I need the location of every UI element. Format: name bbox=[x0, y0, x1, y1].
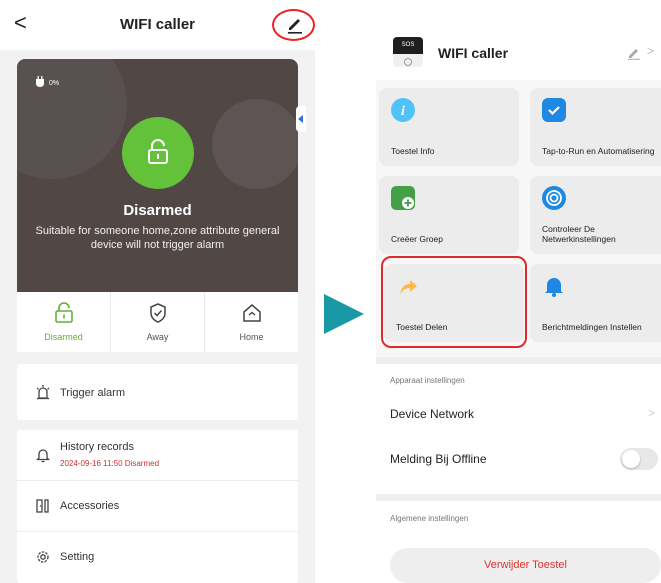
accessories-label: Accessories bbox=[60, 500, 120, 512]
svg-text:i: i bbox=[401, 104, 405, 119]
offline-notification-toggle[interactable] bbox=[620, 448, 658, 470]
section-separator bbox=[376, 357, 661, 364]
tile-tap-to-run[interactable]: Tap-to-Run en Automatisering bbox=[530, 88, 661, 166]
section-separator bbox=[376, 494, 661, 501]
device-title: WIFI caller bbox=[438, 45, 509, 61]
tile-device-info[interactable]: i Toestel Info bbox=[379, 88, 519, 166]
accessories-row[interactable]: Accessories bbox=[17, 481, 298, 531]
mode-disarmed[interactable]: Disarmed bbox=[17, 292, 111, 352]
battery-percentage: 0% bbox=[49, 80, 60, 87]
tile-label: Toestel Info bbox=[391, 146, 435, 156]
disarm-status-button[interactable] bbox=[122, 117, 194, 189]
right-header: SOS WIFI caller > bbox=[376, 0, 661, 80]
device-settings-header: Apparaat instellingen bbox=[390, 376, 465, 385]
history-latest-entry: 2024-09-16 11:50 Disarmed bbox=[60, 459, 160, 468]
chevron-right-icon: > bbox=[648, 406, 656, 420]
offline-notification-label: Melding Bij Offline bbox=[390, 452, 487, 466]
tile-network-check[interactable]: Controleer De Netwerkinstellingen bbox=[530, 176, 661, 254]
trigger-alarm-label: Trigger alarm bbox=[60, 387, 125, 399]
device-button-icon bbox=[404, 58, 412, 66]
mode-label: Home bbox=[239, 332, 264, 342]
device-network-label: Device Network bbox=[390, 407, 475, 421]
tile-notification-settings[interactable]: Berichtmeldingen Instellen bbox=[530, 264, 661, 342]
left-title: WIFI caller bbox=[119, 16, 196, 33]
share-highlight-box bbox=[381, 256, 527, 348]
mode-label: Away bbox=[146, 332, 169, 342]
transition-arrow bbox=[324, 294, 364, 334]
right-screen: SOS WIFI caller > i Toestel Info Tap-to-… bbox=[376, 0, 661, 583]
device-image-label: SOS bbox=[393, 37, 423, 54]
alarm-status-panel: 0% Disarmed Suitable for someone home,zo… bbox=[17, 59, 298, 292]
mode-label: Disarmed bbox=[44, 332, 83, 342]
door-sensor-icon bbox=[36, 499, 49, 513]
mode-away[interactable]: Away bbox=[111, 292, 205, 352]
mode-selector: Disarmed Away Home bbox=[17, 292, 298, 352]
setting-label: Setting bbox=[60, 551, 95, 563]
setting-row[interactable]: Setting bbox=[17, 532, 298, 582]
offline-notification-row: Melding Bij Offline bbox=[376, 437, 661, 481]
tile-label: Creëer Groep bbox=[391, 234, 443, 244]
shield-check-icon bbox=[150, 303, 166, 323]
history-records-row[interactable]: History records 2024-09-16 11:50 Disarme… bbox=[17, 430, 298, 480]
mode-home[interactable]: Home bbox=[205, 292, 298, 352]
state-title: Disarmed bbox=[123, 202, 192, 219]
remove-device-button[interactable]: Verwijder Toestel bbox=[390, 548, 661, 583]
network-icon bbox=[542, 186, 566, 210]
state-description: Suitable for someone home,zone attribute… bbox=[35, 225, 280, 251]
left-screen: < WIFI caller 0% Disarmed Suitable for s… bbox=[0, 0, 315, 583]
left-header: < WIFI caller bbox=[0, 0, 315, 50]
unlock-icon bbox=[148, 139, 168, 164]
battery-plug-icon bbox=[36, 76, 44, 87]
device-network-row[interactable]: Device Network > bbox=[376, 392, 661, 436]
chevron-right-icon: > bbox=[647, 44, 655, 58]
alarm-siren-icon bbox=[36, 385, 50, 400]
gear-icon bbox=[37, 551, 49, 563]
bell-icon bbox=[542, 274, 566, 298]
info-icon: i bbox=[391, 98, 415, 122]
side-expand-tab[interactable] bbox=[296, 106, 306, 132]
general-settings-header: Algemene instellingen bbox=[390, 514, 469, 523]
check-badge-icon bbox=[542, 98, 566, 122]
settings-list: History records 2024-09-16 11:50 Disarme… bbox=[17, 430, 298, 583]
pencil-icon[interactable] bbox=[285, 14, 305, 34]
unlock-icon bbox=[55, 302, 73, 323]
pencil-icon[interactable] bbox=[627, 46, 641, 60]
bell-icon bbox=[35, 449, 51, 463]
trigger-alarm-row[interactable]: Trigger alarm bbox=[17, 364, 298, 420]
device-thumbnail: SOS bbox=[393, 37, 423, 67]
history-records-label: History records bbox=[60, 441, 134, 453]
tile-create-group[interactable]: Creëer Groep bbox=[379, 176, 519, 254]
decor-circle bbox=[212, 99, 298, 189]
add-group-icon bbox=[391, 186, 415, 210]
remove-device-label: Verwijder Toestel bbox=[484, 559, 567, 571]
tile-label: Tap-to-Run en Automatisering bbox=[542, 146, 655, 156]
home-icon bbox=[243, 304, 261, 322]
tile-label: Controleer De Netwerkinstellingen bbox=[542, 224, 616, 244]
tile-label: Berichtmeldingen Instellen bbox=[542, 322, 642, 332]
